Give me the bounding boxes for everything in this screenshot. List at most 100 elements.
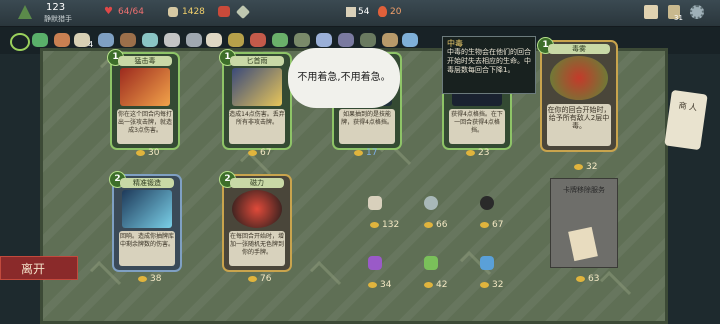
card-desc: 回响。造成你抽牌库中剩余牌数的伤害。 — [119, 231, 175, 266]
card-removal-price: 63 — [576, 274, 599, 284]
shop-card[interactable]: 1 毒雾 在你的回合开始时，给予所有敌人2层中毒。 — [537, 37, 618, 152]
card-art — [232, 68, 282, 106]
relic-bell-icon[interactable] — [228, 33, 244, 47]
card-title: 磁力 — [230, 178, 284, 188]
gold-coin-icon — [480, 222, 489, 228]
gold-value: 1428 — [182, 7, 205, 17]
card-title: 精准锻造 — [120, 178, 174, 188]
card-price: 17 — [354, 148, 377, 158]
relic-feather-icon[interactable] — [402, 33, 418, 47]
card-title: 猛击毒 — [118, 56, 172, 66]
shop-card[interactable]: 1 猛击毒 你在这个回合内每打出一张攻击牌，就造成3点伤害。 — [107, 49, 180, 150]
relic-bowl-icon[interactable] — [164, 33, 180, 47]
deck-count: 54 — [358, 7, 370, 17]
shop-card[interactable]: 2 精准锻造 回响。造成你抽牌库中剩余牌数的伤害。 — [109, 171, 182, 272]
relic-shell-icon[interactable] — [98, 33, 114, 47]
shop-card[interactable]: 2 磁力 在每回合开始时，增加一张随机无色牌到你的手牌。 — [219, 171, 292, 272]
gold-coin-icon — [480, 282, 489, 288]
item-price: 67 — [480, 220, 503, 230]
card-removal-icon — [568, 226, 598, 262]
poison-tooltip: 中毒 中毒的生物会在他们的回合开始时失去相应的生命。中毒层数每回合下降1。 — [442, 36, 536, 94]
feather-icon[interactable] — [235, 4, 251, 20]
card-art — [122, 190, 172, 228]
leave-button[interactable]: 离开 — [0, 256, 78, 280]
merchant-speech-bubble: 不用着急,不用着急。 — [288, 48, 400, 108]
card-removal-title: 卡牌移除服务 — [563, 186, 605, 194]
character-name: 静默猎手 — [44, 15, 72, 23]
gold-coin-icon — [138, 276, 147, 282]
card-desc: 在每回合开始时，增加一张随机无色牌到你的手牌。 — [229, 231, 285, 266]
item-price: 132 — [370, 220, 399, 230]
card-price: 32 — [574, 162, 597, 172]
card-price: 23 — [466, 148, 489, 158]
gold-coin-icon — [368, 282, 377, 288]
relic-crate-icon[interactable] — [382, 33, 398, 47]
hp-value: 64/64 — [118, 7, 144, 17]
gold-coin-icon — [248, 276, 257, 282]
gold-coin-icon — [354, 150, 363, 156]
gold-coin-icon — [574, 164, 583, 170]
relic-bag-icon[interactable] — [120, 33, 136, 47]
relic-cauldron-icon[interactable] — [360, 33, 376, 47]
relic-bone-icon[interactable] — [206, 33, 222, 47]
card-desc: 获得4点格挡。在下一回合获得4点格挡。 — [449, 109, 505, 144]
top-bar: 123 静默猎手 ♥ 64/64 1428 54 20 31 — [0, 0, 720, 27]
card-art — [120, 68, 170, 106]
potion-green-icon[interactable] — [424, 256, 438, 270]
relic-banknote-icon[interactable] — [32, 33, 48, 47]
item-price: 32 — [480, 280, 503, 290]
card-art — [550, 56, 608, 100]
item-price: 34 — [368, 280, 391, 290]
card-price: 76 — [248, 274, 271, 284]
bonfire-icon[interactable] — [218, 6, 230, 17]
map-icon[interactable] — [644, 5, 658, 19]
gold-coin-icon — [576, 276, 585, 282]
relic-stone-icon[interactable] — [424, 196, 438, 210]
tooltip-title: 中毒 — [447, 39, 463, 48]
card-desc: 在你的回合开始时，给予所有敌人2层中毒。 — [547, 104, 611, 146]
gold-coin-icon — [424, 222, 433, 228]
gold-coin-icon — [370, 222, 379, 228]
card-desc: 造成14点伤害。丢弃所有非攻击牌。 — [229, 109, 285, 144]
card-price: 38 — [138, 274, 161, 284]
relic-flask-icon[interactable] — [250, 33, 266, 47]
map-marker-icon — [346, 7, 356, 17]
floor-count: 123 — [46, 2, 66, 13]
relic-lamp-icon[interactable] — [142, 33, 158, 47]
relic-skull-icon[interactable] — [480, 196, 494, 210]
relic-tongs-icon[interactable] — [186, 33, 202, 47]
gold-coin-icon — [136, 150, 145, 156]
gold-coin-icon — [424, 282, 433, 288]
gold-bag-icon — [168, 7, 178, 17]
relic-ring-icon[interactable] — [10, 33, 30, 51]
relic-lantern-icon[interactable] — [316, 33, 332, 47]
card-art — [232, 190, 282, 228]
card-desc: 你在这个回合内每打出一张攻击牌，就造成3点伤害。 — [117, 109, 173, 144]
fire-count: 20 — [390, 7, 402, 17]
card-price: 67 — [248, 148, 271, 158]
deck-badge: 31 — [674, 14, 683, 22]
item-price: 66 — [424, 220, 447, 230]
relic-scroll-icon[interactable] — [368, 196, 382, 210]
card-title: 毒雾 — [548, 44, 610, 54]
tooltip-body: 中毒的生物会在他们的回合开始时失去相应的生命。中毒层数每回合下降1。 — [447, 48, 531, 74]
shop-card[interactable]: 1 匕首雨 造成14点伤害。丢弃所有非攻击牌。 — [219, 49, 292, 150]
relic-meat-icon[interactable] — [54, 33, 70, 47]
potion-purple-icon[interactable] — [368, 256, 382, 270]
card-price: 30 — [136, 148, 159, 158]
relic-book-icon[interactable] — [338, 33, 354, 47]
gold-coin-icon — [248, 150, 257, 156]
card-desc: 如果抽到的是技能牌，获得4点格挡。 — [339, 109, 395, 144]
potion-blue-icon[interactable] — [480, 256, 494, 270]
relic-eye-icon[interactable] — [294, 33, 310, 47]
heart-icon: ♥ — [104, 6, 113, 17]
item-price: 42 — [424, 280, 447, 290]
settings-gear-icon[interactable] — [690, 5, 704, 19]
merchant-sign: 商 人 — [664, 89, 708, 151]
relic-gem-icon[interactable] — [272, 33, 288, 47]
fire-icon — [378, 6, 387, 17]
card-title: 匕首雨 — [230, 56, 284, 66]
gold-coin-icon — [466, 150, 475, 156]
card-removal-service[interactable]: 卡牌移除服务 — [550, 178, 618, 268]
character-icon — [18, 5, 32, 19]
